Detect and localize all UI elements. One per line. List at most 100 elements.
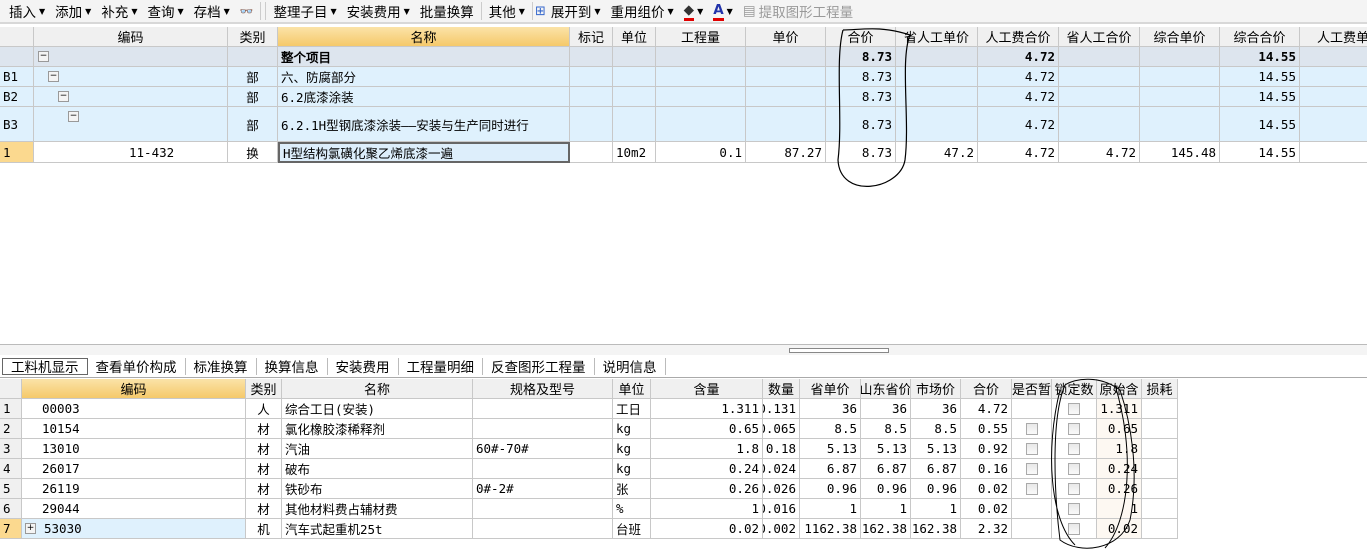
unit-price-cell[interactable] (746, 47, 826, 67)
prov-price-cell[interactable]: 36 (800, 399, 861, 419)
toolbar-button-2[interactable]: 补充 ▼ (96, 1, 142, 21)
prov-labor-unit-cell[interactable]: 省人工单价 (896, 27, 978, 47)
lock-amount-checkbox[interactable] (1068, 402, 1080, 415)
original-content-cell[interactable]: 原始含 (1097, 379, 1142, 399)
lock-amount-cell[interactable] (1052, 399, 1097, 419)
type-cell[interactable]: 机 (246, 519, 282, 539)
code-cell[interactable] (34, 107, 228, 142)
market-price-cell[interactable]: 8.5 (911, 419, 961, 439)
total-price-cell[interactable]: 0.16 (961, 459, 1012, 479)
spec-cell[interactable] (473, 419, 613, 439)
collapse-toggle-icon[interactable]: − (48, 71, 59, 82)
is-provisional-checkbox[interactable] (1025, 422, 1038, 435)
name-cell[interactable]: 氯化橡胶漆稀释剂 (282, 419, 473, 439)
loss-cell[interactable] (1142, 419, 1178, 439)
prov-labor-unit-cell[interactable] (896, 107, 978, 142)
market-price-cell[interactable]: 1162.38 (911, 519, 961, 539)
collapse-toggle-icon[interactable]: − (68, 111, 79, 122)
prov-labor-total-cell[interactable]: 省人工合价 (1059, 27, 1140, 47)
unit-cell[interactable] (613, 107, 656, 142)
original-content-cell[interactable]: 0.26 (1097, 479, 1142, 499)
amount-cell[interactable]: 数量 (763, 379, 800, 399)
quantity-cell[interactable] (656, 67, 746, 87)
composite-total-cell[interactable]: 14.55 (1220, 67, 1300, 87)
font-color-icon[interactable]: A ▼ (708, 2, 738, 21)
type-cell[interactable]: 材 (246, 499, 282, 519)
type-cell[interactable]: 材 (246, 479, 282, 499)
shandong-price-cell[interactable]: 1162.38 (861, 519, 911, 539)
unit-cell[interactable]: 单位 (613, 27, 656, 47)
tab-6[interactable]: 反查图形工程量 (483, 357, 595, 376)
loss-cell[interactable]: 损耗 (1142, 379, 1178, 399)
content-cell[interactable]: 含量 (651, 379, 763, 399)
total-price-cell[interactable]: 0.92 (961, 439, 1012, 459)
labor-unit-cell[interactable] (1300, 107, 1367, 142)
code-cell[interactable] (34, 67, 228, 87)
lock-amount-cell[interactable] (1052, 499, 1097, 519)
prov-labor-total-cell[interactable] (1059, 107, 1140, 142)
name-cell[interactable]: 铁砂布 (282, 479, 473, 499)
shandong-price-cell[interactable]: 5.13 (861, 439, 911, 459)
composite-unit-cell[interactable] (1140, 67, 1220, 87)
loss-cell[interactable] (1142, 499, 1178, 519)
original-content-cell[interactable]: 0.65 (1097, 419, 1142, 439)
unit-cell[interactable]: 单位 (613, 379, 651, 399)
name-cell[interactable]: 6.2.1H型钢底漆涂装——安装与生产同时进行 (278, 107, 570, 142)
prov-price-cell[interactable]: 5.13 (800, 439, 861, 459)
tab-0[interactable]: 工料机显示 (2, 357, 88, 376)
original-content-cell[interactable]: 1.8 (1097, 439, 1142, 459)
name-cell[interactable]: 汽车式起重机25t (282, 519, 473, 539)
unit-cell[interactable]: kg (613, 459, 651, 479)
spec-cell[interactable]: 0#-2# (473, 479, 613, 499)
name-cell[interactable]: 汽油 (282, 439, 473, 459)
unit-cell[interactable]: 工日 (613, 399, 651, 419)
composite-unit-cell[interactable] (1140, 47, 1220, 67)
mark-cell[interactable] (570, 47, 613, 67)
loss-cell[interactable] (1142, 519, 1178, 539)
lock-amount-cell[interactable] (1052, 439, 1097, 459)
toolbar-button-1[interactable]: 添加 ▼ (50, 1, 96, 21)
unit-cell[interactable]: % (613, 499, 651, 519)
spec-cell[interactable] (473, 519, 613, 539)
market-price-cell[interactable]: 36 (911, 399, 961, 419)
is-provisional-cell[interactable] (1012, 419, 1052, 439)
unit-cell[interactable]: kg (613, 419, 651, 439)
tab-5[interactable]: 工程量明细 (399, 357, 483, 376)
labor-unit-cell[interactable] (1300, 87, 1367, 107)
find-binoculars-icon[interactable]: 👓 (235, 5, 259, 18)
is-provisional-cell[interactable] (1012, 499, 1052, 519)
composite-total-cell[interactable]: 14.55 (1220, 142, 1300, 163)
spec-cell[interactable] (473, 459, 613, 479)
tab-7[interactable]: 说明信息 (595, 357, 666, 376)
prov-price-cell[interactable]: 6.87 (800, 459, 861, 479)
name-cell[interactable]: 名称 (278, 27, 570, 47)
prov-labor-unit-cell[interactable] (896, 67, 978, 87)
unit-cell[interactable] (613, 47, 656, 67)
is-provisional-cell[interactable] (1012, 479, 1052, 499)
content-cell[interactable]: 1.8 (651, 439, 763, 459)
mark-cell[interactable]: 标记 (570, 27, 613, 47)
collapse-toggle-icon[interactable]: − (38, 51, 49, 62)
mark-cell[interactable] (570, 142, 613, 163)
toolbar-button-4[interactable]: 存档 ▼ (189, 1, 235, 21)
type-cell[interactable]: 部 (228, 107, 278, 142)
loss-cell[interactable] (1142, 479, 1178, 499)
mark-cell[interactable] (570, 87, 613, 107)
amount-cell[interactable]: 0.18 (763, 439, 800, 459)
loss-cell[interactable] (1142, 439, 1178, 459)
labor-total-cell[interactable]: 4.72 (978, 87, 1059, 107)
type-cell[interactable]: 材 (246, 439, 282, 459)
fill-color-icon[interactable]: ◆ ▼ (679, 2, 709, 21)
lock-amount-cell[interactable] (1052, 459, 1097, 479)
labor-unit-cell[interactable]: 人工费单价 (1300, 27, 1367, 47)
market-price-cell[interactable]: 0.96 (911, 479, 961, 499)
code-cell[interactable]: 00003 (22, 399, 246, 419)
type-cell[interactable]: 换 (228, 142, 278, 163)
lock-amount-checkbox[interactable] (1068, 502, 1080, 515)
quantity-cell[interactable]: 0.1 (656, 142, 746, 163)
prov-labor-unit-cell[interactable] (896, 47, 978, 67)
type-cell[interactable]: 部 (228, 67, 278, 87)
amount-cell[interactable]: 0.131 (763, 399, 800, 419)
code-cell[interactable]: 10154 (22, 419, 246, 439)
unit-cell[interactable]: kg (613, 439, 651, 459)
